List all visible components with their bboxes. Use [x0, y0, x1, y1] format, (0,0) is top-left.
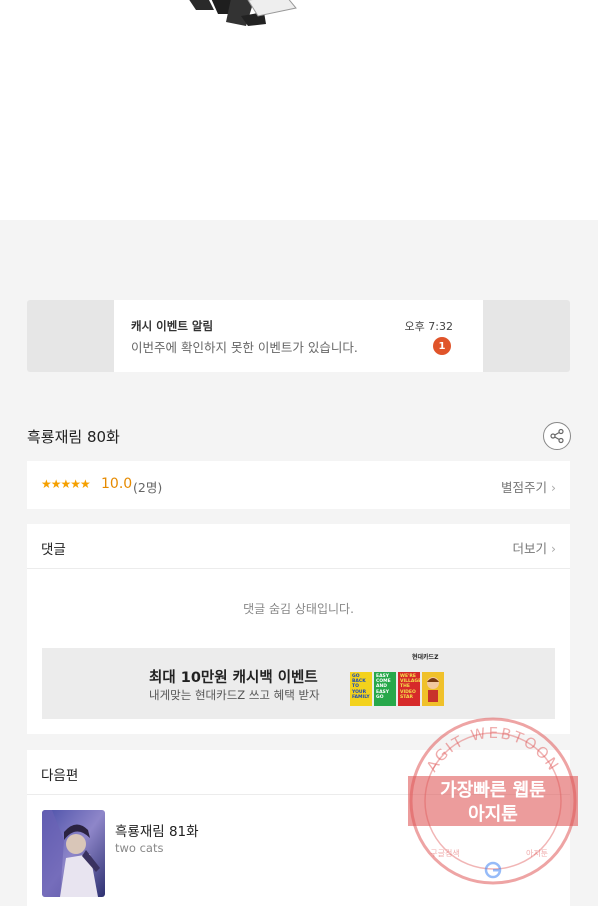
- notification-message: 이번주에 확인하지 못한 이벤트가 있습니다.: [131, 340, 358, 355]
- notification-badge: 1: [433, 337, 451, 355]
- comments-section: 댓글 더보기 › 댓글 숨김 상태입니다. 최대 10만원 캐시백 이벤트 내게…: [27, 524, 570, 734]
- watermark-ring-text: AGIT WEBTOON: [423, 724, 561, 775]
- svg-text:AGIT WEBTOON: AGIT WEBTOON: [423, 724, 563, 775]
- watermark-line1: 가장빠른 웹툰: [440, 780, 546, 801]
- rating-card: ★★★★★ 10.0 (2명) 별점주기 ›: [27, 461, 570, 509]
- ad-card-tile: EASY COME AND EASY GO: [374, 672, 396, 706]
- rating-votes: (2명): [133, 480, 163, 495]
- watermark-line2: 아지툰: [468, 804, 518, 825]
- ad-card-images: GO BACK TO YOUR FAMILY EASY COME AND EAS…: [350, 672, 444, 706]
- rate-button-label: 별점주기: [501, 480, 548, 495]
- comments-hidden-message: 댓글 숨김 상태입니다.: [243, 602, 354, 616]
- rate-button[interactable]: 별점주기 ›: [501, 477, 556, 496]
- ad-card-tile: GO BACK TO YOUR FAMILY: [350, 672, 372, 706]
- notification-title: 캐시 이벤트 알림: [131, 319, 214, 333]
- ad-card-tile: WE'RE VILLAGE THE VIDEO STAR: [398, 672, 420, 706]
- watermark-bottom-right: 아지툰: [526, 848, 548, 858]
- next-episode-heading: 다음편: [41, 768, 79, 784]
- ad-subtitle: 내게맞는 현대카드Z 쓰고 혜택 받자: [149, 688, 320, 702]
- chevron-right-icon: ›: [551, 541, 556, 556]
- ad-brand-logo: 현대카드Z: [412, 654, 439, 661]
- rating-score: 10.0: [101, 476, 133, 492]
- episode-image-area: [0, 0, 598, 220]
- notification-card[interactable]: 캐시 이벤트 알림 이번주에 확인하지 못한 이벤트가 있습니다. 오후 7:3…: [114, 300, 483, 372]
- watermark-bottom-left: 구글검색: [430, 848, 459, 858]
- next-episode-thumbnail[interactable]: [42, 810, 105, 897]
- watermark-stamp: AGIT WEBTOON 가장빠른 웹툰 아지툰 구글검색 아지툰: [408, 717, 578, 885]
- share-icon: [550, 428, 564, 444]
- google-icon: [484, 861, 502, 879]
- episode-title: 흑룡재림 80화: [27, 428, 120, 446]
- comments-title: 댓글: [41, 542, 66, 558]
- comments-more-button[interactable]: 더보기 ›: [513, 538, 557, 557]
- notification-time: 오후 7:32: [404, 320, 453, 333]
- episode-artwork: [189, 0, 297, 26]
- next-episode-title[interactable]: 흑룡재림 81화: [115, 820, 199, 840]
- chevron-right-icon: ›: [551, 480, 556, 495]
- ad-card-character: [422, 672, 444, 706]
- next-episode-author: two cats: [115, 841, 164, 855]
- share-button[interactable]: [543, 422, 571, 450]
- comments-more-label: 더보기: [512, 541, 548, 556]
- ad-banner[interactable]: 최대 10만원 캐시백 이벤트 내게맞는 현대카드Z 쓰고 혜택 받자 현대카드…: [42, 648, 555, 719]
- rating-stars: ★★★★★: [41, 477, 91, 491]
- ad-title: 최대 10만원 캐시백 이벤트: [149, 670, 318, 686]
- comments-header: 댓글 더보기 ›: [27, 524, 570, 569]
